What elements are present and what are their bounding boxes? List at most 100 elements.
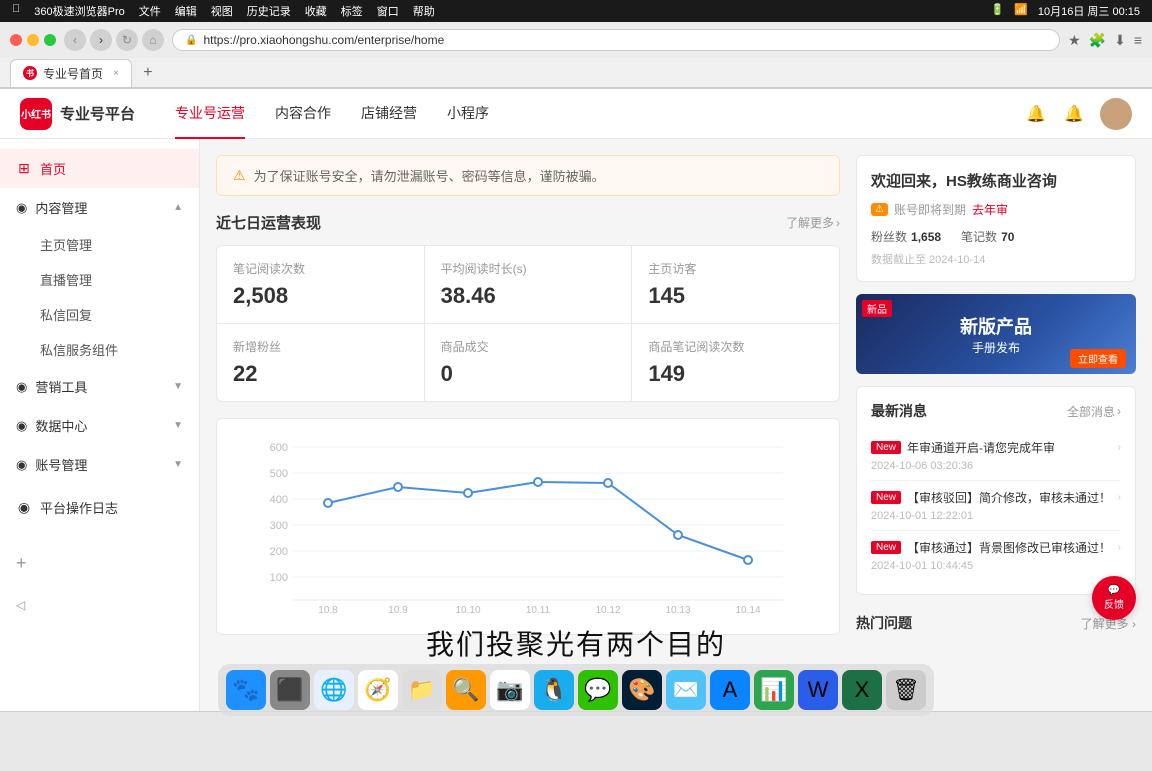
sidebar-section-marketing[interactable]: ◉ 营销工具 ▼ [0, 367, 199, 406]
nav-item-store[interactable]: 店铺经营 [361, 89, 417, 139]
minimize-window-button[interactable] [27, 34, 39, 46]
news-arrow-icon-1: › [1118, 492, 1121, 503]
nav-arrows: ‹ › ↻ ⌂ [64, 29, 164, 51]
browser-nav-bar: ‹ › ↻ ⌂ 🔒 https://pro.xiaohongshu.com/en… [0, 22, 1152, 58]
main-content: ⚠ 为了保证账号安全，请勿泄漏账号、密码等信息，谨防被骗。 近七日运营表现 了解… [200, 139, 1152, 711]
notification-bell-icon[interactable]: 🔔 [1024, 102, 1048, 126]
sidebar-item-dm-reply[interactable]: 私信回复 [0, 297, 199, 332]
message-icon[interactable]: 🔔 [1062, 102, 1086, 126]
dock-wechat[interactable]: 💬 [578, 670, 618, 710]
dock-word[interactable]: W [798, 670, 838, 710]
sidebar-section-data[interactable]: ◉ 数据中心 ▼ [0, 406, 199, 445]
forward-button[interactable]: › [90, 29, 112, 51]
new-tab-button[interactable]: + [136, 61, 160, 85]
news-item-header-0: New 年审通道开启-请您完成年审 › [871, 439, 1121, 456]
svg-text:300: 300 [270, 520, 288, 532]
news-item-1[interactable]: New 【审核驳回】简介修改，审核未通过！ › 2024-10-01 12:22… [871, 481, 1121, 531]
maximize-window-button[interactable] [44, 34, 56, 46]
left-panel: ⚠ 为了保证账号安全，请勿泄漏账号、密码等信息，谨防被骗。 近七日运营表现 了解… [216, 155, 840, 695]
news-section-title: 最新消息 [871, 401, 927, 421]
stat-value-duration: 38.46 [441, 283, 616, 309]
tab-close-button[interactable]: × [113, 68, 119, 79]
stat-card-visitors: 主页访客 145 [632, 246, 839, 323]
stat-card-duration: 平均阅读时长(s) 38.46 [425, 246, 632, 323]
extensions-icon[interactable]: 🧩 [1089, 32, 1106, 49]
feedback-button[interactable]: 💬 反馈 [1092, 576, 1136, 620]
svg-text:10.14: 10.14 [735, 605, 760, 615]
content-section-icon: ◉ [16, 200, 27, 216]
sidebar-collapse-button[interactable]: ◁ [0, 590, 199, 620]
dock-finder-2[interactable]: 📁 [402, 670, 442, 710]
promo-banner[interactable]: 新品 新版产品 手册发布 立即查看 [856, 294, 1136, 374]
user-avatar[interactable] [1100, 98, 1132, 130]
active-tab[interactable]: 书 专业号首页 × [10, 59, 132, 87]
sidebar-item-page-mgmt[interactable]: 主页管理 [0, 227, 199, 262]
apple-menu[interactable]:  [12, 3, 20, 19]
hot-issues-title: 热门问题 [856, 613, 912, 633]
stats-learn-more-link[interactable]: 了解更多 › [786, 214, 840, 231]
alert-text: 为了保证账号安全，请勿泄漏账号、密码等信息，谨防被骗。 [254, 166, 605, 185]
dock-launchpad[interactable]: ⬛ [270, 670, 310, 710]
edit-menu[interactable]: 编辑 [175, 3, 197, 19]
account-stats-row: 粉丝数 1,658 笔记数 70 [871, 228, 1121, 245]
bookmark-star-icon[interactable]: ★ [1068, 32, 1081, 49]
reload-button[interactable]: ↻ [116, 29, 138, 51]
home-icon: ⊞ [16, 161, 32, 177]
dock-excel[interactable]: X [842, 670, 882, 710]
news-item-2[interactable]: New 【审核通过】背景图修改已审核通过！ › 2024-10-01 10:44… [871, 531, 1121, 580]
sidebar-item-dm-service[interactable]: 私信服务组件 [0, 332, 199, 367]
dock-qq[interactable]: 🐧 [534, 670, 574, 710]
download-icon[interactable]: ⬇ [1114, 32, 1126, 49]
warning-icon: ⚠ [871, 203, 888, 216]
nav-item-miniprogram[interactable]: 小程序 [447, 89, 489, 139]
stat-card-new-fans: 新增粉丝 22 [217, 324, 424, 401]
stat-value-new-fans: 22 [233, 361, 408, 387]
sidebar-section-account[interactable]: ◉ 账号管理 ▼ [0, 445, 199, 484]
news-item-0[interactable]: New 年审通道开启-请您完成年审 › 2024-10-06 03:20:36 [871, 431, 1121, 481]
dock-browser-360[interactable]: 🌐 [314, 670, 354, 710]
settings-icon[interactable]: ≡ [1134, 32, 1142, 49]
history-menu[interactable]: 历史记录 [247, 3, 291, 19]
svg-text:200: 200 [270, 546, 288, 558]
dock-preview[interactable]: 🔍 [446, 670, 486, 710]
nav-item-operations[interactable]: 专业号运营 [175, 89, 245, 139]
stat-label-sales: 商品成交 [441, 338, 616, 355]
address-bar[interactable]: 🔒 https://pro.xiaohongshu.com/enterprise… [172, 29, 1060, 51]
sidebar-section-content[interactable]: ◉ 内容管理 ▲ [0, 188, 199, 227]
help-menu[interactable]: 帮助 [413, 3, 435, 19]
sidebar-account-label: 账号管理 [35, 455, 87, 474]
tags-menu[interactable]: 标签 [341, 3, 363, 19]
stat-card-product-reads: 商品笔记阅读次数 149 [632, 324, 839, 401]
promo-button[interactable]: 立即查看 [1070, 349, 1126, 368]
fans-value: 1,658 [911, 230, 941, 244]
mac-menu-bar:  360极速浏览器Pro 文件 编辑 视图 历史记录 收藏 标签 窗口 帮助 [12, 3, 435, 19]
view-menu[interactable]: 视图 [211, 3, 233, 19]
dock-mail[interactable]: ✉️ [666, 670, 706, 710]
sidebar-add-button[interactable]: + [0, 537, 199, 590]
file-menu[interactable]: 文件 [139, 3, 161, 19]
window-menu[interactable]: 窗口 [377, 3, 399, 19]
dock-photos[interactable]: 📷 [490, 670, 530, 710]
renew-link[interactable]: 去年审 [972, 201, 1008, 218]
news-arrow-icon-2: › [1118, 542, 1121, 553]
dock-photoshop[interactable]: 🎨 [622, 670, 662, 710]
dock-appstore[interactable]: A [710, 670, 750, 710]
news-item-title-2: 【审核通过】背景图修改已审核通过！ [907, 539, 1112, 556]
news-item-title-0: 年审通道开启-请您完成年审 [907, 439, 1112, 456]
news-arrow-icon-0: › [1118, 442, 1121, 453]
sidebar-item-live-mgmt[interactable]: 直播管理 [0, 262, 199, 297]
bookmarks-menu[interactable]: 收藏 [305, 3, 327, 19]
dock-numbers[interactable]: 📊 [754, 670, 794, 710]
sidebar-item-operation-log[interactable]: ◉ 平台操作日志 [0, 488, 199, 527]
home-button[interactable]: ⌂ [142, 29, 164, 51]
news-all-link[interactable]: 全部消息 › [1067, 403, 1121, 420]
app-name[interactable]: 360极速浏览器Pro [34, 3, 124, 19]
dock-trash[interactable]: 🗑 [886, 670, 926, 710]
stat-label-reads: 笔记阅读次数 [233, 260, 408, 277]
sidebar-item-home[interactable]: ⊞ 首页 [0, 149, 199, 188]
close-window-button[interactable] [10, 34, 22, 46]
nav-item-content-coop[interactable]: 内容合作 [275, 89, 331, 139]
dock-finder[interactable]: 🐾 [226, 670, 266, 710]
back-button[interactable]: ‹ [64, 29, 86, 51]
dock-safari[interactable]: 🧭 [358, 670, 398, 710]
